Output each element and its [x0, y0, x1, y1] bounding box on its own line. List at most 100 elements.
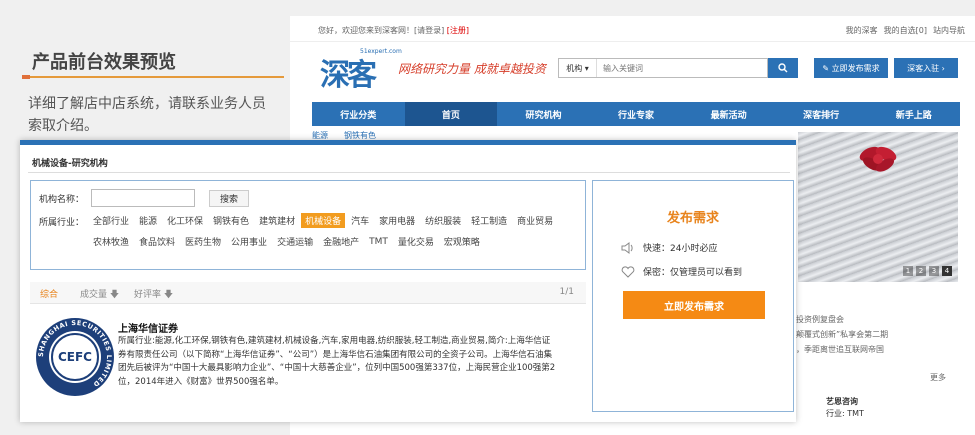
industry-tag[interactable]: 纺织服装 [421, 213, 465, 228]
speaker-icon [621, 241, 633, 254]
cefc-logo: SHANGHAI SECURITIES LIMITED CEFC [36, 318, 114, 396]
publish-demand-button[interactable]: ✎ 立即发布需求 [814, 58, 888, 78]
publish-fast-text: 快速：24小时必应 [643, 244, 718, 254]
nav-newbie[interactable]: 新手上路 [867, 102, 960, 126]
industry-tag[interactable]: 医药生物 [181, 234, 225, 249]
industry-label: 所属行业： [39, 218, 85, 228]
gift-bow-icon [859, 146, 897, 172]
nav-ranking[interactable]: 深客排行 [775, 102, 868, 126]
page-indicator: 1/1 [559, 287, 574, 297]
news-item[interactable]: ，季距离世追互联网帝国 [796, 342, 888, 357]
banner-pagination: 1 2 3 4 [903, 266, 952, 276]
search-input[interactable] [597, 59, 767, 77]
promo-title: 产品前台效果预览 [32, 52, 176, 73]
publish-box: 发布需求 快速：24小时必应 保密：仅管理员可以看到 立即发布需求 [592, 180, 794, 412]
banner-page-1[interactable]: 1 [903, 266, 913, 276]
news-item[interactable]: 颠覆式创新”私享会第二期 [796, 327, 888, 342]
industry-tag[interactable]: 商业贸易 [513, 213, 557, 228]
search-scope-label: 机构 [566, 63, 583, 73]
industry-tag[interactable]: 建筑建材 [255, 213, 299, 228]
news-list: 投资例复盘会 颠覆式创新”私享会第二期 ，季距离世追互联网帝国 [796, 312, 888, 357]
more-link[interactable]: 更多 [930, 372, 946, 383]
join-label: 深客入驻 [907, 63, 940, 73]
panel-divider [28, 172, 790, 173]
banner-page-4[interactable]: 4 [942, 266, 952, 276]
institution-item[interactable]: SHANGHAI SECURITIES LIMITED CEFC 上海华信证券 … [30, 316, 586, 416]
side-org-industry: 行业: TMT [826, 409, 864, 418]
sort-bar: 综合 成交量 🡇 好评率 🡇 1/1 [30, 282, 586, 304]
sort-volume-label: 成交量 [80, 290, 108, 300]
industry-tag[interactable]: 量化交易 [394, 234, 438, 249]
main-nav: 行业分类 首页 研究机构 行业专家 最新活动 深客排行 新手上路 [312, 102, 960, 126]
institution-panel: 机械设备-研究机构 机构名称： 搜索 所属行业： 全部行业 能源 化工环保 钢铁有色建… [20, 140, 796, 422]
publish-secret-text: 保密：仅管理员可以看到 [643, 268, 743, 278]
arrow-down-icon: 🡇 [163, 290, 174, 300]
publish-title: 发布需求 [666, 211, 719, 226]
arrow-down-icon: 🡇 [109, 290, 120, 300]
chevron-right-icon: › [941, 63, 945, 73]
sort-volume[interactable]: 成交量 🡇 [80, 287, 119, 303]
publish-fast-row: 快速：24小时必应 [621, 241, 717, 254]
industry-tag[interactable]: 轻工制造 [467, 213, 511, 228]
site-topbar: 您好，欢迎您来到深客网！[请登录] [注册] 我的深客 我的自选[0] 站内导航 [290, 16, 975, 42]
industry-tag[interactable]: 公用事业 [227, 234, 271, 249]
site-nav-link[interactable]: 站内导航 [933, 25, 965, 36]
nav-home[interactable]: 首页 [404, 102, 498, 126]
nav-categories[interactable]: 行业分类 [312, 102, 405, 126]
nav-events[interactable]: 最新活动 [682, 102, 775, 126]
industry-tag[interactable]: 全部行业 [89, 213, 133, 228]
news-item[interactable]: 投资例复盘会 [796, 312, 888, 327]
search-scope-select[interactable]: 机构 ▾ [559, 59, 597, 77]
industry-tag[interactable]: 宏观策略 [440, 234, 484, 249]
search-button[interactable] [768, 58, 798, 78]
industry-tag[interactable]: 汽车 [347, 213, 373, 228]
site-logo[interactable]: 深客 51expert.com [320, 48, 402, 93]
site-search: 机构 ▾ [558, 58, 768, 78]
institution-description: 所属行业:能源,化工环保,钢铁有色,建筑建材,机械设备,汽车,家用电器,纺织服装… [118, 336, 556, 387]
promo-description: 详细了解店中店系统，请联系业务人员索取介绍。 [28, 96, 266, 134]
sort-rating-label: 好评率 [134, 290, 162, 300]
promo-divider [22, 75, 284, 79]
my-favorites-link[interactable]: 我的自选[0] [884, 25, 927, 36]
industry-tag[interactable]: 家用电器 [375, 213, 419, 228]
industry-tag[interactable]: 化工环保 [163, 213, 207, 228]
nav-experts[interactable]: 行业专家 [590, 102, 683, 126]
publish-secret-row: 保密：仅管理员可以看到 [621, 265, 742, 278]
industry-tag[interactable]: 交通运输 [273, 234, 317, 249]
industry-tag[interactable]: 金融地产 [319, 234, 363, 249]
join-button[interactable]: 深客入驻 › [894, 58, 958, 78]
industry-tag[interactable]: 食品饮料 [135, 234, 179, 249]
industry-tag[interactable]: 农林牧渔 [89, 234, 133, 249]
panel-header-bar [20, 140, 796, 145]
banner-image[interactable]: 1 2 3 4 [798, 132, 958, 282]
register-link[interactable]: [注册] [447, 26, 469, 35]
banner-page-2[interactable]: 2 [916, 266, 926, 276]
filter-box: 机构名称： 搜索 所属行业： 全部行业 能源 化工环保 钢铁有色 建筑建材 机械设备 汽车家… [30, 180, 586, 270]
side-org-card[interactable]: 艺恩咨询 行业: TMT [826, 396, 864, 420]
sort-overall[interactable]: 综合 [40, 287, 58, 300]
nav-institutions[interactable]: 研究机构 [497, 102, 590, 126]
industry-tag[interactable]: 机械设备 [301, 213, 346, 228]
publish-demand-label: 立即发布需求 [831, 63, 880, 73]
side-org-name: 艺恩咨询 [826, 397, 858, 406]
institution-name-input[interactable] [91, 189, 195, 207]
institution-name[interactable]: 上海华信证券 [118, 320, 178, 335]
topbar-links: 我的深客 我的自选[0] 站内导航 [846, 25, 965, 36]
sort-rating[interactable]: 好评率 🡇 [134, 287, 173, 303]
publish-now-button[interactable]: 立即发布需求 [623, 291, 765, 319]
banner-page-3[interactable]: 3 [929, 266, 939, 276]
welcome-text: 您好，欢迎您来到深客网！[请登录] [注册] [318, 25, 469, 36]
industry-tag[interactable]: 钢铁有色 [209, 213, 253, 228]
logo-mark: 深客 [320, 58, 377, 93]
filter-search-button[interactable]: 搜索 [209, 190, 249, 207]
welcome-message: 您好，欢迎您来到深客网！ [318, 26, 414, 35]
my-account-link[interactable]: 我的深客 [846, 25, 878, 36]
industry-tag[interactable]: TMT [365, 234, 392, 249]
industry-tags: 全部行业 能源 化工环保 钢铁有色 建筑建材 机械设备 汽车 家用电器 纺织服装 轻工制造 商业贸易… [89, 213, 579, 249]
logo-row: 深客 51expert.com 网络研究力量 成就卓越投资 机构 ▾ ✎ 立即发… [290, 42, 975, 102]
logo-domain: 51expert.com [360, 48, 402, 55]
industry-tag[interactable]: 能源 [135, 213, 161, 228]
heart-icon [621, 265, 635, 278]
login-link[interactable]: [请登录] [414, 26, 444, 35]
search-icon [778, 63, 788, 73]
